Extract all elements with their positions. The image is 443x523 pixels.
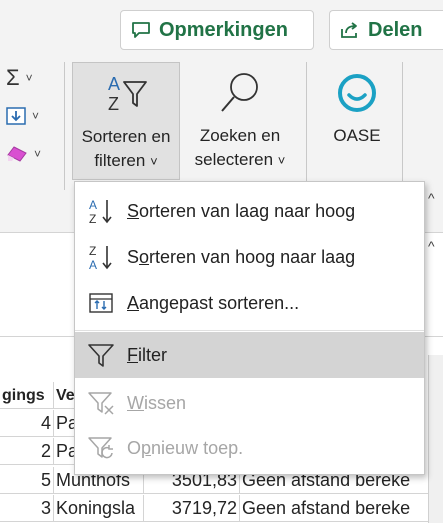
comments-button[interactable]: Opmerkingen — [120, 10, 314, 50]
group-separator — [64, 62, 65, 190]
expand-formula-icon[interactable]: ^ — [428, 238, 435, 254]
fill-down-icon — [6, 107, 26, 125]
custom-sort-icon — [75, 291, 127, 315]
menu-item-custom-sort[interactable]: Aangepast sorteren... — [75, 280, 424, 326]
autosum-button[interactable]: Σ ˅ — [6, 64, 33, 92]
oase-label: OASE — [333, 126, 381, 145]
eraser-icon — [7, 146, 27, 162]
svg-text:A: A — [89, 258, 97, 272]
svg-text:A: A — [108, 74, 120, 94]
svg-text:A: A — [89, 198, 97, 212]
sort-filter-icon: A Z — [100, 63, 152, 125]
chevron-down-icon: ˅ — [32, 109, 40, 123]
chevron-down-icon: ˅ — [150, 154, 158, 169]
find-select-label-line2: selecteren ˅ — [194, 150, 286, 169]
table-row: 3 Koningsla 3719,72 Geen afstand bereke — [0, 495, 443, 522]
svg-text:Z: Z — [89, 244, 96, 258]
sort-filter-menu: A Z Sorteren van laag naar hoog Z A Sort… — [74, 181, 425, 475]
num-cell[interactable]: 4 — [0, 410, 54, 437]
menu-item-sort-descending[interactable]: Z A Sorteren van hoog naar laag — [75, 234, 424, 280]
find-select-button[interactable]: Zoeken en selecteren ˅ — [182, 62, 298, 180]
menu-item-reapply[interactable]: Opnieuw toep. — [75, 425, 424, 471]
num-cell[interactable]: 2 — [0, 438, 54, 465]
vertical-scrollbar[interactable] — [428, 355, 443, 523]
name-cell[interactable]: Koningsla — [54, 495, 144, 522]
chevron-down-icon: ˅ — [277, 153, 286, 168]
share-button[interactable]: Delen — [329, 10, 443, 50]
sort-filter-label-line2: filteren ˅ — [94, 151, 158, 170]
find-select-label-line1: Zoeken en — [199, 126, 281, 145]
sort-descending-icon: Z A — [75, 242, 127, 272]
svg-text:Z: Z — [89, 212, 96, 226]
menu-separator — [75, 330, 424, 331]
reapply-filter-icon — [75, 435, 127, 461]
collapse-ribbon-icon[interactable]: ^ — [428, 190, 435, 206]
autosum-icon: Σ — [6, 65, 20, 90]
comments-label: Opmerkingen — [159, 18, 288, 41]
fill-button[interactable]: ˅ — [6, 102, 39, 130]
share-icon — [341, 22, 357, 38]
share-label: Delen — [368, 18, 423, 41]
sort-filter-label-line1: Sorteren en — [81, 127, 171, 146]
comment-icon — [132, 22, 150, 38]
clear-button[interactable]: ˅ — [6, 140, 41, 168]
sort-filter-button[interactable]: A Z Sorteren en filteren ˅ — [72, 62, 180, 180]
chevron-down-icon: ˅ — [34, 147, 42, 161]
group-separator — [402, 62, 403, 190]
sort-ascending-icon: A Z — [75, 196, 127, 226]
header-cell[interactable]: gings — [0, 382, 54, 409]
group-separator — [306, 62, 307, 190]
clear-filter-icon — [75, 390, 127, 416]
status-cell[interactable]: Geen afstand bereke — [240, 495, 443, 522]
num-cell[interactable]: 5 — [0, 467, 54, 494]
menu-item-filter[interactable]: Filter — [75, 332, 424, 378]
oase-icon — [335, 62, 379, 124]
filter-icon — [75, 342, 127, 368]
oase-button[interactable]: OASE — [314, 62, 400, 180]
num-cell[interactable]: 3 — [0, 495, 54, 522]
magnifier-icon — [216, 62, 264, 124]
svg-text:Z: Z — [108, 94, 119, 114]
value-cell[interactable]: 3719,72 — [144, 495, 240, 522]
menu-item-sort-ascending[interactable]: A Z Sorteren van laag naar hoog — [75, 188, 424, 234]
menu-item-clear[interactable]: Wissen — [75, 380, 424, 426]
chevron-down-icon: ˅ — [25, 71, 33, 85]
